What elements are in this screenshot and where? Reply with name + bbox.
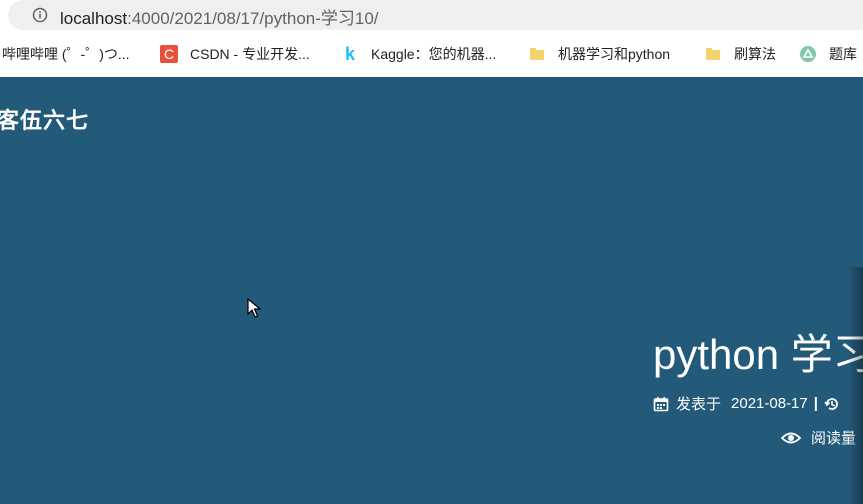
url-path: :4000/2021/08/17/python-学习10/	[127, 9, 379, 28]
post-header: 客伍六七 python 学习 发表于 2021-08-17 | 阅读量	[0, 77, 863, 504]
url-text[interactable]: localhost:4000/2021/08/17/python-学习10/	[60, 4, 379, 29]
calendar-icon	[653, 396, 669, 411]
kaggle-icon: k	[345, 45, 356, 63]
bookmark-label: CSDN - 专业开发...	[190, 46, 310, 62]
csdn-icon: C	[160, 45, 178, 63]
bookmark-label: Kaggle：您的机器...	[371, 46, 497, 62]
post-date: 2021-08-17	[731, 395, 808, 412]
sidebar-edge-shadow	[847, 267, 863, 504]
bookmark-label: 哔哩哔哩 (゜-゜)つ...	[2, 46, 130, 62]
folder-icon	[706, 48, 720, 60]
published-label: 发表于	[676, 396, 722, 413]
bookmark-label: 刷算法	[734, 46, 776, 62]
address-bar[interactable]: localhost:4000/2021/08/17/python-学习10/	[8, 0, 863, 30]
bookmarks-bar: 哔哩哔哩 (゜-゜)つ... C CSDN - 专业开发... k Kaggle…	[0, 39, 863, 69]
history-icon	[824, 397, 838, 410]
svg-text:k: k	[345, 45, 356, 63]
post-title: python 学习	[653, 331, 863, 378]
bookmark-folder-ml[interactable]: 机器学习和python	[528, 39, 670, 69]
leetcode-icon	[800, 46, 816, 62]
bookmark-tiku[interactable]: 题库	[799, 39, 857, 69]
svg-text:C: C	[164, 46, 174, 62]
bookmark-folder-algo[interactable]: 刷算法	[704, 39, 776, 69]
post-meta: 发表于 2021-08-17 |	[653, 393, 847, 414]
post-views: 阅读量	[781, 427, 856, 448]
bookmark-csdn[interactable]: C CSDN - 专业开发...	[160, 39, 310, 69]
site-title[interactable]: 客伍六七	[0, 103, 89, 135]
meta-separator: |	[813, 395, 818, 412]
mouse-cursor-icon	[247, 298, 261, 318]
eye-icon	[781, 432, 801, 443]
url-host: localhost	[60, 9, 128, 28]
bookmark-kaggle[interactable]: k Kaggle：您的机器...	[341, 39, 496, 69]
bookmark-label: 题库	[829, 46, 857, 62]
bookmark-bilibili[interactable]: 哔哩哔哩 (゜-゜)つ...	[2, 39, 130, 69]
info-icon[interactable]	[32, 7, 48, 23]
bookmark-label: 机器学习和python	[558, 46, 671, 62]
folder-icon	[530, 48, 544, 60]
browser-chrome: localhost:4000/2021/08/17/python-学习10/ 哔…	[0, 0, 863, 77]
